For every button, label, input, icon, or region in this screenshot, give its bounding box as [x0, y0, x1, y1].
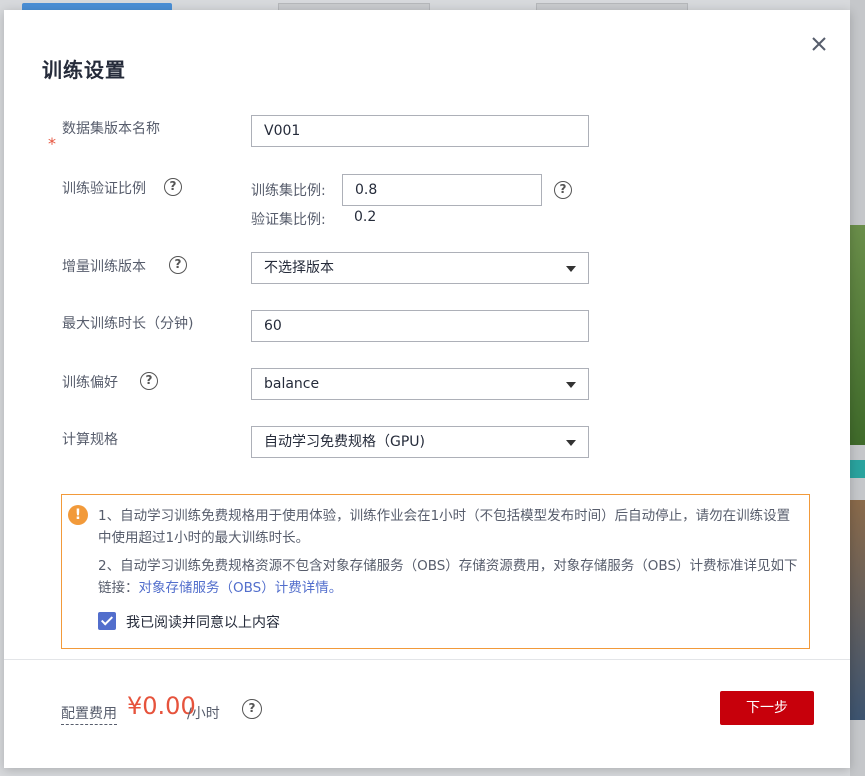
compute-spec-label: 计算规格 — [62, 432, 118, 448]
fee-price: ¥0.00 — [127, 692, 196, 720]
split-ratio-label: 训练验证比例 — [62, 181, 146, 197]
close-icon — [812, 37, 826, 51]
help-icon[interactable]: ? — [169, 256, 187, 274]
incremental-version-value: 不选择版本 — [264, 260, 334, 276]
agree-label[interactable]: 我已阅读并同意以上内容 — [126, 612, 280, 632]
preference-label: 训练偏好 — [62, 375, 118, 391]
max-duration-label: 最大训练时长（分钟) — [62, 316, 194, 332]
caret-down-icon — [566, 382, 576, 388]
training-settings-dialog: 训练设置 * 数据集版本名称 V001 训练验证比例 ? 训练集比例: 0.8 … — [4, 10, 850, 768]
train-ratio-label: 训练集比例: — [251, 183, 326, 199]
dataset-version-name-label: 数据集版本名称 — [62, 121, 160, 137]
footer-divider — [4, 659, 850, 660]
notice-line-1: 1、自动学习训练免费规格用于使用体验，训练作业会在1小时（不包括模型发布时间）后… — [98, 508, 791, 546]
compute-spec-value: 自动学习免费规格（GPU) — [264, 434, 425, 450]
help-icon[interactable]: ? — [140, 372, 158, 390]
notice-line-2: 2、自动学习训练免费规格资源不包含对象存储服务（OBS）存储资源费用，对象存储服… — [98, 555, 803, 599]
incremental-version-select[interactable]: 不选择版本 — [251, 252, 589, 284]
close-button[interactable] — [807, 32, 831, 56]
max-duration-input[interactable]: 60 — [251, 310, 589, 342]
notice-box: ! 1、自动学习训练免费规格用于使用体验，训练作业会在1小时（不包括模型发布时间… — [61, 494, 810, 649]
obs-billing-link[interactable]: 对象存储服务（OBS）计费详情。 — [139, 580, 343, 596]
val-ratio-label: 验证集比例: — [251, 212, 326, 228]
train-ratio-input[interactable]: 0.8 — [342, 174, 542, 206]
dialog-title: 训练设置 — [42, 58, 126, 82]
background-image — [850, 225, 865, 445]
dataset-version-name-input[interactable]: V001 — [251, 115, 589, 147]
help-icon[interactable]: ? — [242, 699, 262, 719]
next-button[interactable]: 下一步 — [720, 691, 814, 725]
fee-label[interactable]: 配置费用 — [61, 703, 117, 725]
caret-down-icon — [566, 266, 576, 272]
help-icon[interactable]: ? — [164, 178, 182, 196]
incremental-version-label: 增量训练版本 — [62, 259, 146, 275]
fee-unit: /小时 — [187, 706, 220, 722]
compute-spec-select[interactable]: 自动学习免费规格（GPU) — [251, 426, 589, 458]
preference-value: balance — [264, 376, 320, 392]
agree-checkbox[interactable] — [98, 612, 116, 630]
required-mark: * — [48, 134, 56, 153]
preference-select[interactable]: balance — [251, 368, 589, 400]
val-ratio-value: 0.2 — [354, 209, 377, 225]
caret-down-icon — [566, 440, 576, 446]
warning-icon: ! — [68, 505, 88, 525]
help-icon[interactable]: ? — [554, 181, 572, 199]
background-tag — [850, 460, 865, 478]
background-image — [850, 500, 865, 720]
